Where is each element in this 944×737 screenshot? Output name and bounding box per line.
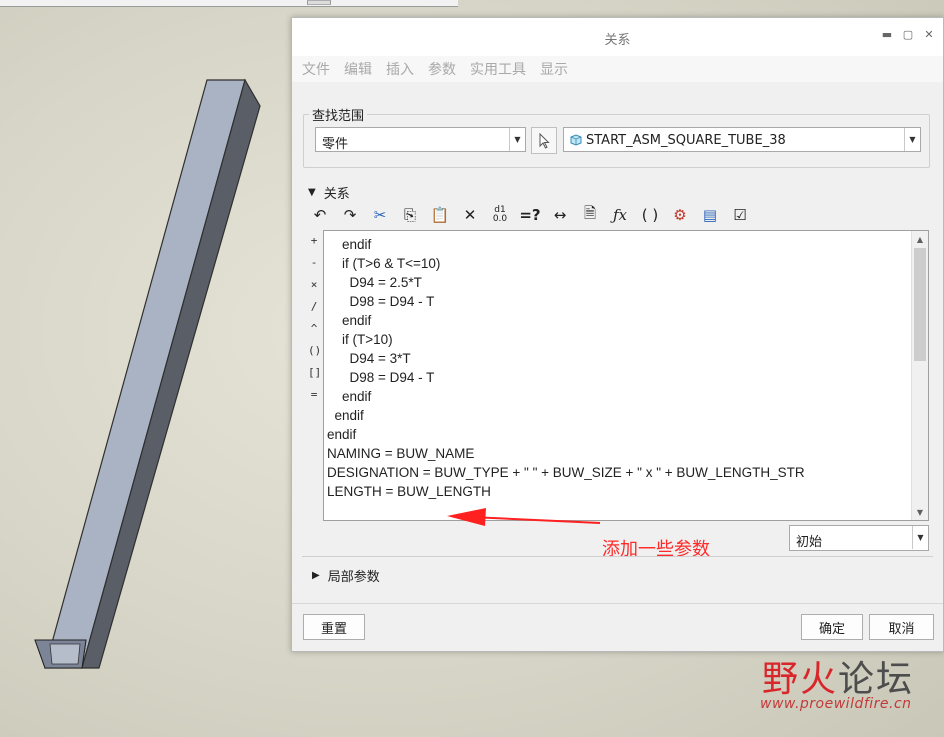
operator-multiply-button[interactable]: × [308, 274, 320, 296]
brackets-icon[interactable]: ( ) [637, 204, 663, 226]
section-divider [302, 556, 933, 557]
operator-divide-button[interactable]: / [308, 296, 320, 318]
operator-equals-button[interactable]: = [308, 384, 320, 406]
operator-minus-button[interactable]: - [308, 252, 320, 274]
editor-vertical-scrollbar[interactable]: ▲ ▼ [911, 231, 928, 520]
verify-icon[interactable]: ⚙ [667, 204, 693, 226]
relations-code-text[interactable]: endif if (T>6 & T<=10) D94 = 2.5*T D98 =… [327, 235, 805, 501]
annotation-text: 添加一些参数 [602, 539, 710, 560]
close-icon[interactable]: ✕ [923, 28, 935, 41]
undo-icon[interactable]: ↶ [307, 204, 333, 226]
operator-power-button[interactable]: ^ [308, 318, 320, 340]
chevron-down-icon: ▼ [904, 128, 920, 151]
part-icon [570, 134, 582, 146]
relations-section-title: 关系 [323, 187, 350, 202]
relation-state-select[interactable]: 初始 ▼ [789, 525, 929, 551]
scope-model-select[interactable]: START_ASM_SQUARE_TUBE_38 ▼ [563, 127, 921, 152]
relations-section-toggle[interactable]: ▼ 关系 [308, 183, 350, 202]
scroll-up-icon[interactable]: ▲ [912, 231, 928, 247]
ok-button[interactable]: 确定 [801, 614, 863, 640]
chevron-down-icon: ▼ [912, 526, 928, 549]
menu-utilities[interactable]: 实用工具 [470, 59, 526, 79]
operator-plus-button[interactable]: + [308, 230, 320, 252]
relations-editor[interactable]: endif if (T>6 & T<=10) D94 = 2.5*T D98 =… [323, 230, 929, 521]
reset-button[interactable]: 重置 [303, 614, 365, 640]
watermark-url: www.proewildfire.cn [760, 696, 912, 712]
copy-icon[interactable]: ⎘ [397, 204, 423, 226]
tube-side-face [81, 78, 261, 669]
redo-icon[interactable]: ↷ [337, 204, 363, 226]
sort-icon[interactable]: ▤ [697, 204, 723, 226]
square-tube-model[interactable] [0, 0, 300, 737]
select-from-model-button[interactable] [531, 127, 557, 154]
local-params-title: 局部参数 [327, 570, 380, 585]
minimize-icon[interactable]: ▬ [881, 28, 893, 41]
menu-show[interactable]: 显示 [540, 59, 568, 79]
units-icon[interactable]: d1 0.0 [487, 204, 513, 226]
menu-file[interactable]: 文件 [302, 59, 330, 79]
chevron-down-icon: ▼ [509, 128, 525, 151]
tube-front-face [44, 79, 246, 669]
maximize-icon[interactable]: ▢ [902, 28, 914, 41]
dialog-title: 关系 [604, 33, 631, 48]
dimension-icon[interactable]: ↔ [547, 204, 573, 226]
triangle-right-icon: ▶ [312, 570, 320, 581]
operator-brackets-button[interactable]: [] [308, 362, 321, 384]
menu-insert[interactable]: 插入 [386, 59, 414, 79]
evaluate-icon[interactable]: =? [517, 204, 543, 226]
menu-parameters[interactable]: 参数 [428, 59, 456, 79]
menu-edit[interactable]: 编辑 [344, 59, 372, 79]
cut-icon[interactable]: ✂ [367, 204, 393, 226]
watermark-logo: 野火论坛 [762, 659, 915, 700]
dialog-titlebar: 关系 ▬ ▢ ✕ [292, 18, 943, 56]
footer-divider [292, 603, 943, 604]
scroll-thumb[interactable] [914, 248, 926, 361]
background-window-button [307, 0, 331, 5]
menu-bar: 文件 编辑 插入 参数 实用工具 显示 [292, 56, 943, 82]
triangle-down-icon: ▼ [308, 187, 316, 198]
cursor-arrow-icon [539, 132, 550, 149]
operator-column: + - × / ^ () [] = [308, 230, 321, 406]
relations-dialog: 关系 ▬ ▢ ✕ 文件 编辑 插入 参数 实用工具 显示 查找范围 零件 ▼ S… [291, 17, 944, 652]
check-icon[interactable]: ☑ [727, 204, 753, 226]
cancel-button[interactable]: 取消 [869, 614, 934, 640]
relations-toolbar: ↶ ↷ ✂ ⎘ 📋 ✕ d1 0.0 =? ↔ 🗎 ƒx ( ) ⚙ ▤ ☑ [307, 204, 753, 226]
model-info-icon[interactable]: 🗎 [577, 204, 603, 226]
operator-parens-button[interactable]: () [308, 340, 321, 362]
scope-type-select[interactable]: 零件 ▼ [315, 127, 526, 152]
delete-icon[interactable]: ✕ [457, 204, 483, 226]
forum-watermark: 野火论坛 www.proewildfire.cn [760, 650, 915, 712]
scope-legend: 查找范围 [309, 105, 368, 124]
scroll-down-icon[interactable]: ▼ [912, 504, 928, 520]
local-params-section-toggle[interactable]: ▶ 局部参数 [312, 566, 380, 585]
function-icon[interactable]: ƒx [607, 204, 633, 226]
paste-icon[interactable]: 📋 [427, 204, 453, 226]
